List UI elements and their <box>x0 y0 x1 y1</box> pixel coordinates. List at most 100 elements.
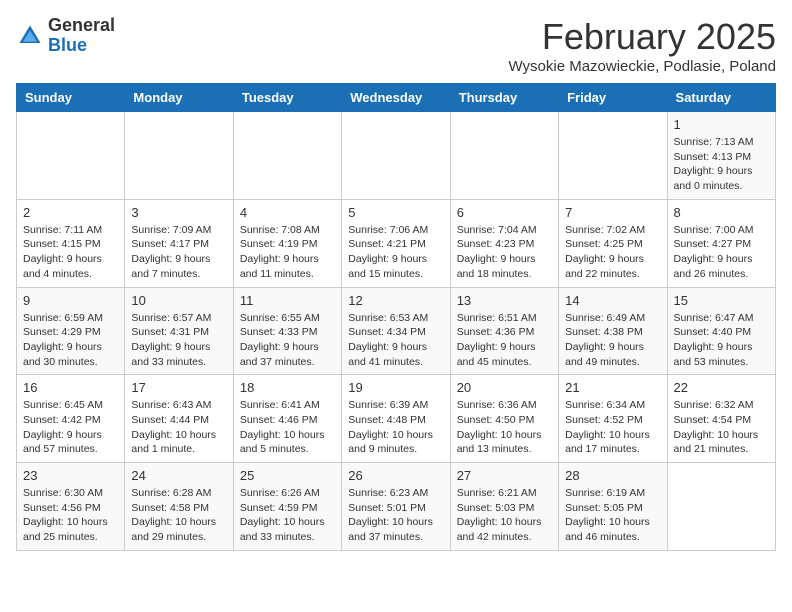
calendar-cell: 5 Sunrise: 7:06 AM Sunset: 4:21 PM Daylig… <box>342 199 450 287</box>
day-info: Sunrise: 6:21 AM Sunset: 5:03 PM Dayligh… <box>457 486 552 545</box>
day-info: Sunrise: 7:02 AM Sunset: 4:25 PM Dayligh… <box>565 223 660 282</box>
day-number: 17 <box>131 380 226 395</box>
calendar-header-friday: Friday <box>559 84 667 112</box>
calendar-header-thursday: Thursday <box>450 84 558 112</box>
calendar-cell: 1Sunrise: 7:13 AM Sunset: 4:13 PM Daylig… <box>667 112 775 200</box>
calendar-cell: 6 Sunrise: 7:04 AM Sunset: 4:23 PM Daylig… <box>450 199 558 287</box>
day-info: Sunrise: 7:08 AM Sunset: 4:19 PM Dayligh… <box>240 223 335 282</box>
calendar-cell <box>667 463 775 551</box>
calendar-header-row: SundayMondayTuesdayWednesdayThursdayFrid… <box>17 84 776 112</box>
day-info: Sunrise: 6:57 AM Sunset: 4:31 PM Dayligh… <box>131 311 226 370</box>
header: General Blue February 2025 Wysokie Mazow… <box>16 16 776 75</box>
month-title: February 2025 <box>509 16 777 58</box>
day-number: 23 <box>23 468 118 483</box>
calendar-cell: 25Sunrise: 6:26 AM Sunset: 4:59 PM Dayli… <box>233 463 341 551</box>
day-number: 24 <box>131 468 226 483</box>
logo-icon <box>16 22 44 50</box>
day-number: 16 <box>23 380 118 395</box>
day-info: Sunrise: 6:23 AM Sunset: 5:01 PM Dayligh… <box>348 486 443 545</box>
calendar-cell: 19 Sunrise: 6:39 AM Sunset: 4:48 PM Dayli… <box>342 375 450 463</box>
calendar-cell <box>450 112 558 200</box>
day-info: Sunrise: 6:45 AM Sunset: 4:42 PM Dayligh… <box>23 398 118 457</box>
day-info: Sunrise: 6:59 AM Sunset: 4:29 PM Dayligh… <box>23 311 118 370</box>
day-number: 7 <box>565 205 660 220</box>
calendar-week-row: 16 Sunrise: 6:45 AM Sunset: 4:42 PM Dayli… <box>17 375 776 463</box>
logo: General Blue <box>16 16 115 56</box>
calendar-body: 1Sunrise: 7:13 AM Sunset: 4:13 PM Daylig… <box>17 112 776 551</box>
calendar-cell: 14Sunrise: 6:49 AM Sunset: 4:38 PM Dayli… <box>559 287 667 375</box>
calendar-cell: 27Sunrise: 6:21 AM Sunset: 5:03 PM Dayli… <box>450 463 558 551</box>
calendar-cell: 22 Sunrise: 6:32 AM Sunset: 4:54 PM Dayli… <box>667 375 775 463</box>
day-info: Sunrise: 7:00 AM Sunset: 4:27 PM Dayligh… <box>674 223 769 282</box>
day-number: 18 <box>240 380 335 395</box>
day-number: 21 <box>565 380 660 395</box>
day-info: Sunrise: 6:55 AM Sunset: 4:33 PM Dayligh… <box>240 311 335 370</box>
location-title: Wysokie Mazowieckie, Podlasie, Poland <box>509 58 777 75</box>
day-number: 12 <box>348 293 443 308</box>
day-number: 4 <box>240 205 335 220</box>
day-info: Sunrise: 6:53 AM Sunset: 4:34 PM Dayligh… <box>348 311 443 370</box>
calendar-cell: 2 Sunrise: 7:11 AM Sunset: 4:15 PM Daylig… <box>17 199 125 287</box>
day-number: 6 <box>457 205 552 220</box>
calendar-week-row: 1Sunrise: 7:13 AM Sunset: 4:13 PM Daylig… <box>17 112 776 200</box>
calendar-cell: 15 Sunrise: 6:47 AM Sunset: 4:40 PM Dayli… <box>667 287 775 375</box>
calendar-cell: 21 Sunrise: 6:34 AM Sunset: 4:52 PM Dayli… <box>559 375 667 463</box>
calendar-week-row: 9Sunrise: 6:59 AM Sunset: 4:29 PM Daylig… <box>17 287 776 375</box>
day-number: 13 <box>457 293 552 308</box>
day-info: Sunrise: 7:09 AM Sunset: 4:17 PM Dayligh… <box>131 223 226 282</box>
day-info: Sunrise: 6:39 AM Sunset: 4:48 PM Dayligh… <box>348 398 443 457</box>
day-info: Sunrise: 6:41 AM Sunset: 4:46 PM Dayligh… <box>240 398 335 457</box>
calendar-cell <box>125 112 233 200</box>
day-number: 10 <box>131 293 226 308</box>
day-info: Sunrise: 6:43 AM Sunset: 4:44 PM Dayligh… <box>131 398 226 457</box>
day-number: 11 <box>240 293 335 308</box>
day-number: 22 <box>674 380 769 395</box>
calendar-week-row: 2 Sunrise: 7:11 AM Sunset: 4:15 PM Daylig… <box>17 199 776 287</box>
day-number: 20 <box>457 380 552 395</box>
day-number: 5 <box>348 205 443 220</box>
day-number: 2 <box>23 205 118 220</box>
calendar-header-monday: Monday <box>125 84 233 112</box>
day-info: Sunrise: 6:30 AM Sunset: 4:56 PM Dayligh… <box>23 486 118 545</box>
day-info: Sunrise: 6:26 AM Sunset: 4:59 PM Dayligh… <box>240 486 335 545</box>
calendar-cell: 13 Sunrise: 6:51 AM Sunset: 4:36 PM Dayli… <box>450 287 558 375</box>
logo-general-text: General <box>48 15 115 35</box>
calendar-cell: 28Sunrise: 6:19 AM Sunset: 5:05 PM Dayli… <box>559 463 667 551</box>
day-info: Sunrise: 6:28 AM Sunset: 4:58 PM Dayligh… <box>131 486 226 545</box>
day-number: 19 <box>348 380 443 395</box>
logo-blue-text: Blue <box>48 35 87 55</box>
calendar-header-sunday: Sunday <box>17 84 125 112</box>
day-number: 8 <box>674 205 769 220</box>
day-number: 26 <box>348 468 443 483</box>
day-number: 14 <box>565 293 660 308</box>
day-info: Sunrise: 7:11 AM Sunset: 4:15 PM Dayligh… <box>23 223 118 282</box>
day-info: Sunrise: 6:51 AM Sunset: 4:36 PM Dayligh… <box>457 311 552 370</box>
calendar-cell: 20 Sunrise: 6:36 AM Sunset: 4:50 PM Dayli… <box>450 375 558 463</box>
calendar-cell: 7 Sunrise: 7:02 AM Sunset: 4:25 PM Daylig… <box>559 199 667 287</box>
day-info: Sunrise: 6:34 AM Sunset: 4:52 PM Dayligh… <box>565 398 660 457</box>
day-number: 3 <box>131 205 226 220</box>
calendar-cell <box>342 112 450 200</box>
calendar-week-row: 23 Sunrise: 6:30 AM Sunset: 4:56 PM Dayli… <box>17 463 776 551</box>
day-number: 1 <box>674 117 769 132</box>
day-number: 15 <box>674 293 769 308</box>
day-info: Sunrise: 7:06 AM Sunset: 4:21 PM Dayligh… <box>348 223 443 282</box>
calendar-header-wednesday: Wednesday <box>342 84 450 112</box>
calendar-cell: 11 Sunrise: 6:55 AM Sunset: 4:33 PM Dayli… <box>233 287 341 375</box>
day-info: Sunrise: 6:36 AM Sunset: 4:50 PM Dayligh… <box>457 398 552 457</box>
day-info: Sunrise: 7:04 AM Sunset: 4:23 PM Dayligh… <box>457 223 552 282</box>
calendar-header-tuesday: Tuesday <box>233 84 341 112</box>
day-number: 28 <box>565 468 660 483</box>
title-area: February 2025 Wysokie Mazowieckie, Podla… <box>509 16 777 75</box>
day-info: Sunrise: 6:47 AM Sunset: 4:40 PM Dayligh… <box>674 311 769 370</box>
calendar-cell: 8 Sunrise: 7:00 AM Sunset: 4:27 PM Daylig… <box>667 199 775 287</box>
calendar-cell: 17 Sunrise: 6:43 AM Sunset: 4:44 PM Dayli… <box>125 375 233 463</box>
calendar-cell <box>17 112 125 200</box>
calendar-cell: 3 Sunrise: 7:09 AM Sunset: 4:17 PM Daylig… <box>125 199 233 287</box>
calendar: SundayMondayTuesdayWednesdayThursdayFrid… <box>16 83 776 551</box>
calendar-cell: 9Sunrise: 6:59 AM Sunset: 4:29 PM Daylig… <box>17 287 125 375</box>
calendar-cell <box>233 112 341 200</box>
day-info: Sunrise: 6:32 AM Sunset: 4:54 PM Dayligh… <box>674 398 769 457</box>
calendar-cell: 4 Sunrise: 7:08 AM Sunset: 4:19 PM Daylig… <box>233 199 341 287</box>
calendar-cell: 24 Sunrise: 6:28 AM Sunset: 4:58 PM Dayli… <box>125 463 233 551</box>
